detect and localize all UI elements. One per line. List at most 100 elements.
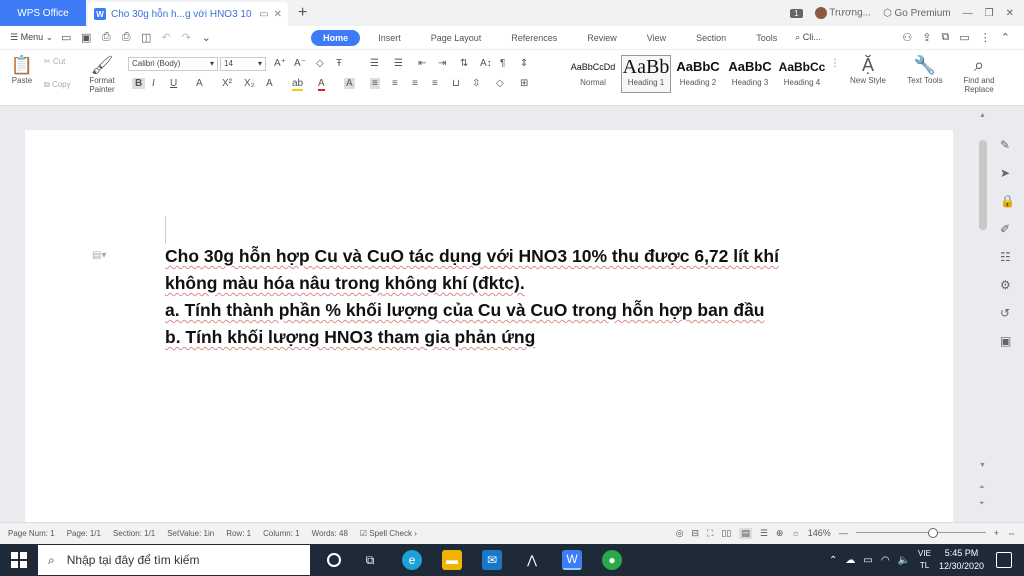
highlight-icon[interactable]: ab [292, 78, 304, 91]
cloud-icon[interactable]: ⧉ [942, 31, 950, 44]
protect-icon[interactable]: ◎ [676, 528, 684, 539]
scroll-up-icon[interactable]: ▲ [979, 112, 986, 119]
close-tab-icon[interactable]: ✕ [274, 9, 282, 20]
align-left-icon[interactable]: ≡ [370, 78, 380, 89]
font-name-select[interactable]: Calibri (Body) ▾ [128, 57, 218, 71]
settings-sliders-icon[interactable]: ⚙ [1000, 278, 1011, 292]
tab-page-layout[interactable]: Page Layout [419, 30, 494, 46]
reading-mode-icon[interactable]: ▯▯ [721, 528, 731, 539]
undo-icon[interactable]: ↶ [159, 31, 173, 44]
notification-icon[interactable] [996, 552, 1012, 568]
zoom-knob[interactable] [927, 528, 938, 538]
volume-icon[interactable]: 🔈 [898, 555, 910, 566]
tab-tools[interactable]: Tools [744, 30, 789, 46]
history-icon[interactable]: ↺ [1000, 306, 1010, 320]
language-indicator[interactable]: VIE TL [918, 548, 931, 572]
italic-icon[interactable]: I [152, 78, 155, 89]
find-replace-button[interactable]: ⌕ Find and Replace [956, 54, 1002, 94]
start-button[interactable] [0, 544, 38, 576]
show-marks-icon[interactable]: ¶ [500, 58, 505, 69]
tab-review[interactable]: Review [575, 30, 629, 46]
outline-view-icon[interactable]: ☰ [760, 528, 768, 539]
outline-icon[interactable]: ☷ [1000, 250, 1011, 264]
redo-icon[interactable]: ↷ [179, 31, 193, 44]
show-hidden-icon[interactable]: ⌃ [829, 555, 837, 566]
status-page-num[interactable]: Page Num: 1 [8, 529, 55, 538]
font-size-select[interactable]: 14 ▾ [220, 57, 266, 71]
bullets-icon[interactable]: ☰ [370, 58, 379, 69]
paragraph-spacing-icon[interactable]: ⇳ [472, 78, 480, 89]
increase-font-icon[interactable]: A⁺ [274, 58, 286, 69]
subscript-icon[interactable]: X₂ [244, 78, 255, 89]
customize-icon[interactable]: ⌄ [199, 31, 213, 44]
edit-note-icon[interactable]: ✐ [1000, 222, 1010, 236]
zoom-level[interactable]: 146% [808, 528, 831, 538]
task-view-icon[interactable]: ⧉ [360, 550, 380, 570]
superscript-icon[interactable]: X² [222, 78, 232, 89]
tab-view[interactable]: View [635, 30, 678, 46]
file-explorer-icon[interactable]: ▬ [442, 550, 462, 570]
status-column[interactable]: Column: 1 [263, 529, 299, 538]
collapse-ribbon-icon[interactable]: ⌃ [1001, 31, 1010, 44]
change-case-icon[interactable]: A [266, 78, 273, 89]
export-pdf-icon[interactable]: ⎙ [99, 31, 113, 44]
eye-protection-icon[interactable]: ☼ [791, 528, 799, 538]
justify-icon[interactable]: ≡ [432, 78, 438, 89]
clear-format-icon[interactable]: ◇ [316, 58, 324, 69]
chinese-layout-icon[interactable]: A↕ [480, 58, 492, 69]
bold-icon[interactable]: B [132, 78, 146, 89]
close-window-icon[interactable]: ✕ [1006, 8, 1014, 19]
style-heading-4[interactable]: AaBbCc Heading 4 [777, 55, 827, 93]
status-page[interactable]: Page: 1/1 [67, 529, 101, 538]
tab-insert[interactable]: Insert [366, 30, 413, 46]
fullscreen-icon[interactable]: ⛶ [707, 528, 713, 539]
char-shading-icon[interactable]: A [344, 78, 355, 89]
user-account[interactable]: Trương... [814, 7, 871, 19]
prev-page-icon[interactable]: ⏶ [979, 484, 985, 492]
print-layout-icon[interactable]: ▤ [739, 527, 752, 539]
share-icon[interactable]: ⇪ [922, 31, 931, 44]
tab-references[interactable]: References [499, 30, 569, 46]
taskbar-search[interactable]: ⌕ Nhập tại đây để tìm kiếm [38, 545, 310, 575]
more-vertical-icon[interactable]: ⋮ [980, 31, 991, 44]
pointer-icon[interactable]: ➤ [1000, 166, 1010, 180]
text-tools-button[interactable]: 🔧 Text Tools [900, 54, 950, 85]
tab-home[interactable]: Home [311, 29, 361, 46]
line-spacing-icon[interactable]: ⇕ [520, 58, 528, 69]
zoom-in-icon[interactable]: + [994, 528, 999, 538]
zoom-slider[interactable] [855, 528, 986, 538]
status-setvalue[interactable]: SetValue: 1in [167, 529, 214, 538]
style-heading-2[interactable]: AaBbC Heading 2 [673, 55, 723, 93]
fit-width-icon[interactable]: ⇔ [1007, 528, 1016, 538]
tab-section[interactable]: Section [684, 30, 738, 46]
print-preview-icon[interactable]: ◫ [139, 31, 153, 44]
scrollbar-thumb[interactable] [979, 140, 987, 230]
comment-icon[interactable]: ▭ [959, 31, 969, 44]
borders-icon[interactable]: ⊞ [520, 78, 528, 89]
vscode-icon[interactable]: ⋀ [522, 550, 542, 570]
maximize-icon[interactable]: ❐ [985, 8, 994, 19]
doc-paragraph-b[interactable]: b. Tính khối lượng HNO3 tham gia phản ứn… [165, 324, 805, 351]
wps-office-tab[interactable]: WPS Office [0, 0, 86, 26]
battery-icon[interactable]: ▭ [863, 555, 872, 566]
copy-button[interactable]: ⧉ Copy [44, 80, 71, 90]
doc-paragraph-1[interactable]: Cho 30g hỗn hợp Cu và CuO tác dụng với H… [165, 243, 805, 297]
underline-icon[interactable]: U [170, 78, 177, 89]
paragraph-handle-icon[interactable]: ▤▾ [92, 250, 106, 261]
font-color-icon[interactable]: A [318, 78, 325, 91]
strikethrough-icon[interactable]: A [196, 78, 203, 89]
doc-paragraph-a[interactable]: a. Tính thành phần % khối lượng của Cu v… [165, 297, 805, 324]
distributed-icon[interactable]: ⊔ [452, 78, 460, 89]
numbering-icon[interactable]: ☰ [394, 58, 403, 69]
cut-button[interactable]: ✂ Cut [44, 57, 65, 66]
zoom-out-icon[interactable]: — [839, 528, 848, 538]
document-body[interactable]: Cho 30g hỗn hợp Cu và CuO tác dụng với H… [165, 243, 805, 351]
paste-button[interactable]: 📋 Paste [8, 54, 36, 85]
new-style-button[interactable]: Ặ New Style [842, 54, 894, 85]
lock-icon[interactable]: 🔒 [1000, 194, 1015, 208]
backup-icon[interactable]: ▣ [1000, 334, 1011, 348]
wps-writer-taskbar-icon[interactable]: W [562, 550, 582, 570]
go-premium-button[interactable]: ⬡ Go Premium [883, 8, 951, 19]
align-right-icon[interactable]: ≡ [412, 78, 418, 89]
print-icon[interactable]: ⎙ [119, 31, 133, 44]
